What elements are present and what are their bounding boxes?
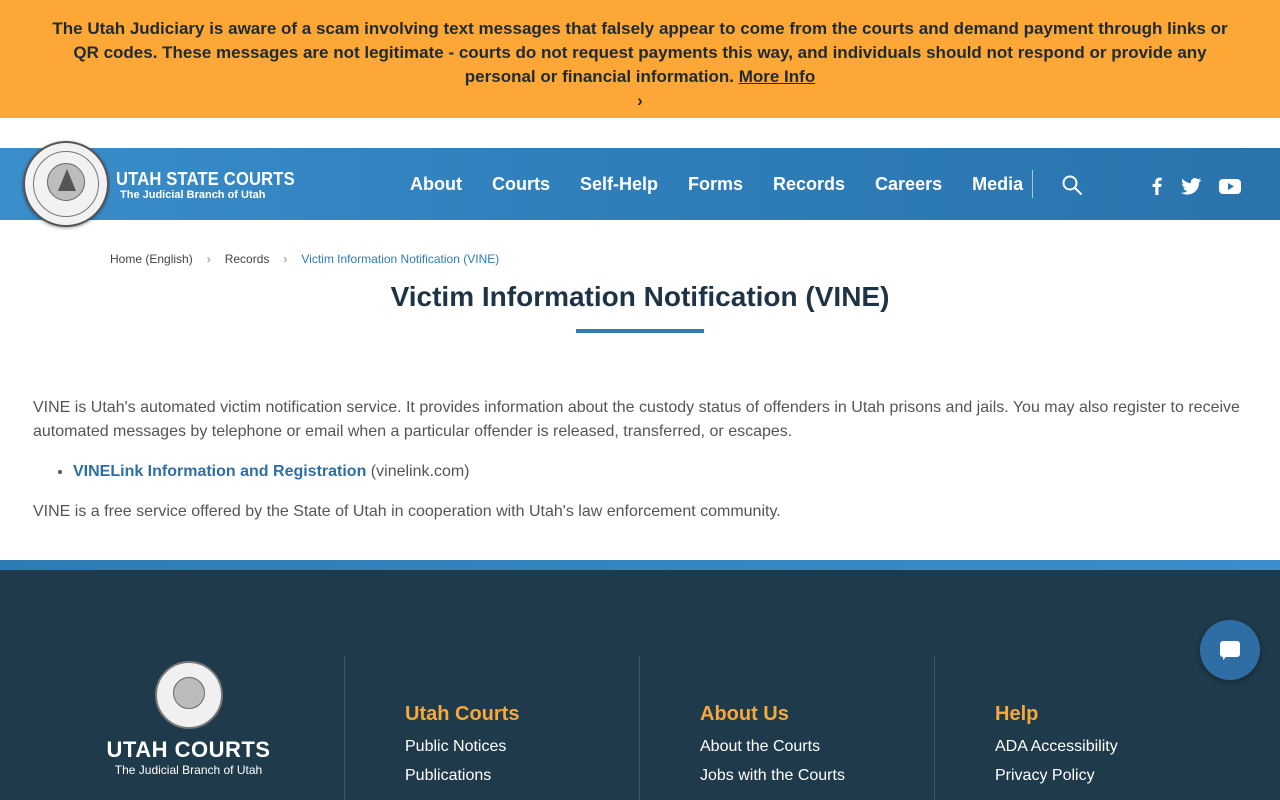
breadcrumb-home[interactable]: Home (English) — [110, 252, 193, 266]
footer-link-jobs[interactable]: Jobs with the Courts — [700, 767, 845, 785]
footer-heading-utah-courts: Utah Courts — [405, 703, 520, 725]
alert-text: The Utah Judiciary is aware of a scam in… — [52, 19, 1228, 86]
footer-divider — [344, 656, 345, 800]
brand-subtitle: The Judicial Branch of Utah — [120, 189, 266, 201]
nav-forms[interactable]: Forms — [688, 174, 743, 195]
footer-brand-subtitle: The Judicial Branch of Utah — [114, 763, 263, 777]
nav-media[interactable]: Media — [972, 174, 1023, 195]
utah-seal-logo[interactable] — [23, 141, 109, 227]
breadcrumb-records[interactable]: Records — [225, 252, 270, 266]
main-content: VINE is Utah's automated victim notifica… — [33, 396, 1248, 540]
footer-stripe — [0, 560, 1280, 570]
nav-divider — [1032, 170, 1033, 198]
breadcrumb: Home (English) › Records › Victim Inform… — [110, 252, 499, 266]
footer-heading-about-us: About Us — [700, 703, 789, 725]
footer-link-about-courts[interactable]: About the Courts — [700, 738, 820, 756]
nav-self-help[interactable]: Self-Help — [580, 174, 658, 195]
twitter-icon[interactable] — [1179, 174, 1203, 198]
footer-link-ada[interactable]: ADA Accessibility — [995, 738, 1118, 756]
footer-link-privacy[interactable]: Privacy Policy — [995, 767, 1095, 785]
main-nav: About Courts Self-Help Forms Records Car… — [395, 148, 1038, 220]
nav-courts[interactable]: Courts — [492, 174, 550, 195]
chevron-right-icon: › — [206, 252, 211, 266]
intro-paragraph: VINE is Utah's automated victim notifica… — [33, 399, 1240, 440]
chevron-right-icon[interactable]: › — [40, 89, 1240, 113]
facebook-icon[interactable] — [1145, 174, 1169, 198]
nav-about[interactable]: About — [410, 174, 462, 195]
vinelink-registration-link[interactable]: VINELink Information and Registration — [73, 463, 366, 480]
footer-link-public-notices[interactable]: Public Notices — [405, 738, 506, 756]
scam-alert-banner: The Utah Judiciary is aware of a scam in… — [0, 0, 1280, 118]
footer-divider — [639, 656, 640, 800]
list-item: VINELink Information and Registration (v… — [73, 460, 1248, 484]
brand-title[interactable]: UTAH STATE COURTS — [116, 169, 295, 190]
chat-button[interactable] — [1200, 620, 1260, 680]
vinelink-domain: (vinelink.com) — [366, 463, 470, 480]
chevron-right-icon: › — [283, 252, 288, 266]
footer-heading-help: Help — [995, 703, 1039, 725]
nav-records[interactable]: Records — [773, 174, 845, 195]
search-icon[interactable] — [1060, 173, 1084, 197]
youtube-icon[interactable] — [1218, 174, 1242, 198]
alert-more-info-link[interactable]: More Info — [739, 67, 816, 86]
breadcrumb-current: Victim Information Notification (VINE) — [301, 252, 500, 266]
footer-link-publications[interactable]: Publications — [405, 767, 491, 785]
footer-seal-logo — [155, 661, 223, 729]
title-underline — [576, 329, 704, 333]
page-title: Victim Information Notification (VINE) — [390, 281, 890, 312]
footer-brand-title: UTAH COURTS — [106, 737, 271, 762]
closing-paragraph: VINE is a free service offered by the St… — [33, 503, 781, 520]
footer-divider — [934, 656, 935, 800]
link-list: VINELink Information and Registration (v… — [73, 460, 1248, 484]
nav-careers[interactable]: Careers — [875, 174, 942, 195]
